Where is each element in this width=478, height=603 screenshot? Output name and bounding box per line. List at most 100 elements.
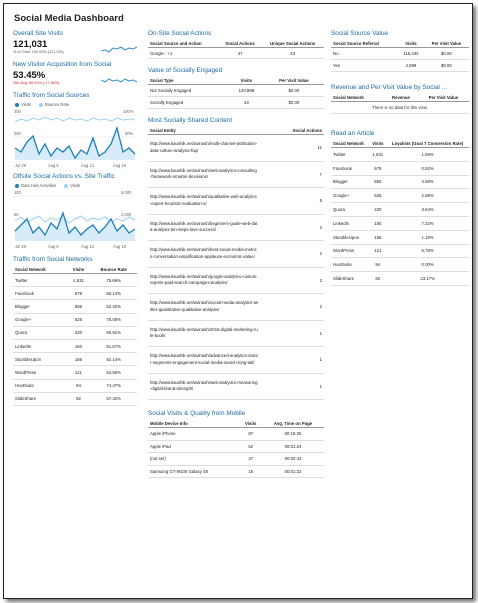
table-row[interactable]: LinkedIn 180 7.22% bbox=[331, 216, 469, 231]
widget-overall-site-visits[interactable]: Overall Site Visits 121,031 % of Total: … bbox=[13, 30, 137, 55]
table-row[interactable]: http://www.kaushik.net/avinash/web-analy… bbox=[148, 373, 324, 400]
widget-read-article[interactable]: Read an Article Social Network Visits Lo… bbox=[331, 130, 469, 286]
table-row[interactable]: Samsung GT-I9100 Galaxy SII 15 00:01:22 bbox=[148, 465, 324, 478]
table-row[interactable]: http://www.kaushik.net/avinash/web-analy… bbox=[148, 161, 324, 188]
widget-source-value[interactable]: Social Source Value Social Source Referr… bbox=[331, 30, 469, 72]
table-row[interactable]: http://www.kaushik.net/avinash/best-soci… bbox=[148, 240, 324, 268]
table-row[interactable]: Twitter 1,631 1.59% bbox=[331, 147, 469, 162]
metric-sub: % of Total: 100.00% (121,031) bbox=[13, 50, 65, 54]
widget-traffic-networks[interactable]: Traffic from Social Networks Social Netw… bbox=[13, 256, 137, 406]
table-cell: 180 bbox=[369, 216, 387, 231]
data-table: Mobile Device Info Visits Avg. Time on P… bbox=[148, 420, 324, 478]
axis-label: 5,000 bbox=[121, 190, 132, 195]
column-header: Social Network bbox=[331, 94, 385, 102]
table-row[interactable]: (not set) 47 00:02:43 bbox=[148, 452, 324, 466]
table-row[interactable]: http://www.kaushik.net/avinash/qualitati… bbox=[148, 187, 324, 215]
table-row[interactable]: Apple iPad 62 00:01:24 bbox=[148, 440, 324, 453]
table-row[interactable]: Socially Engaged 43 $0.00 bbox=[148, 96, 324, 109]
widget-heading[interactable]: Traffic from Social Networks bbox=[13, 256, 137, 263]
widget-heading[interactable]: Social Visits & Quality from Mobile bbox=[148, 410, 324, 417]
table-row[interactable]: Blogger 556 62.32% bbox=[13, 299, 137, 314]
widget-onsite-actions[interactable]: On-Site Social Actions Social Source and… bbox=[148, 30, 324, 59]
widget-shared-content[interactable]: Most Socially Shared Content Social Enti… bbox=[148, 117, 324, 400]
table-row[interactable]: http://www.kaushik.net/avinash/beginners… bbox=[148, 214, 324, 241]
widget-mobile[interactable]: Social Visits & Quality from Mobile Mobi… bbox=[148, 410, 324, 478]
table-cell: (not set) bbox=[148, 452, 240, 466]
legend-item: Visits bbox=[64, 183, 80, 188]
table-row[interactable]: Quora 220 65.91% bbox=[13, 326, 137, 340]
widget-heading[interactable]: Overall Site Visits bbox=[13, 30, 137, 37]
table-row[interactable]: http://www.kaushik.net/avinash/google-an… bbox=[148, 267, 324, 294]
table-cell: $0.00 bbox=[423, 47, 469, 60]
table-row[interactable]: Google+ 525 2.88% bbox=[331, 188, 469, 204]
table-row[interactable]: http://www.kaushik.net/avinash/multi-cha… bbox=[148, 134, 324, 162]
widget-new-visitor-acq[interactable]: New Visitor Acquisition from Social 53.4… bbox=[13, 61, 137, 86]
axis-label: Aug 19 bbox=[113, 163, 127, 168]
table-cell: http://www.kaushik.net/avinash/advanced-… bbox=[148, 346, 260, 374]
axis-label: 50 bbox=[14, 212, 19, 217]
table-cell: 00:02:43 bbox=[262, 452, 324, 466]
table-row[interactable]: Apple iPhone 87 00:15:25 bbox=[148, 427, 324, 441]
table-cell: 75.05% bbox=[90, 313, 137, 327]
legend-item: Data Hub Activities bbox=[15, 183, 56, 188]
table-row[interactable]: SlideShare 82 57.32% bbox=[13, 392, 137, 406]
widget-heading[interactable]: Offsite Social Actions vs. Site Traffic bbox=[13, 173, 137, 180]
table-row[interactable]: Facebook 579 0.52% bbox=[331, 161, 469, 176]
table-cell: 525 bbox=[66, 313, 91, 327]
table-row[interactable]: Twitter 1,631 75.66% bbox=[13, 273, 137, 288]
table-row[interactable]: StumbleUpon 156 1.19% bbox=[331, 230, 469, 245]
chart-legend: Data Hub Activities Visits bbox=[15, 183, 137, 188]
table-row[interactable]: HootSuite 94 0.00% bbox=[331, 257, 469, 273]
table-cell: HootSuite bbox=[13, 379, 67, 393]
table-cell: 2 bbox=[260, 267, 324, 294]
table-row[interactable]: StumbleUpon 156 82.14% bbox=[13, 352, 137, 367]
widget-heading[interactable]: On-Site Social Actions bbox=[148, 30, 324, 37]
data-table: Social Network Visits Loyalists (Goal 7 … bbox=[331, 140, 469, 286]
table-row[interactable]: Quora 220 3.64% bbox=[331, 202, 469, 217]
widget-heading[interactable]: Revenue and Per Visit Value by Social ..… bbox=[331, 84, 469, 91]
table-row[interactable]: HootSuite 94 74.47% bbox=[13, 379, 137, 393]
line-chart: 400 200 100% 50% Jul 29 Aug 5 Aug 12 Aug… bbox=[13, 109, 137, 168]
table-cell: 2 bbox=[260, 240, 324, 268]
table-cell: http://www.kaushik.net/avinash/2015-digi… bbox=[148, 320, 260, 347]
widget-offsite-actions[interactable]: Offsite Social Actions vs. Site Traffic … bbox=[13, 173, 137, 249]
table-row[interactable]: SlideShare 82 23.17% bbox=[331, 271, 469, 286]
table-row[interactable]: LinkedIn 160 61.67% bbox=[13, 339, 137, 354]
widget-heading[interactable]: Read an Article bbox=[331, 130, 469, 137]
table-cell: 82 bbox=[66, 392, 91, 406]
widget-value-engaged[interactable]: Value of Socially Engaged Social Type Vi… bbox=[148, 67, 324, 109]
widget-heading[interactable]: Traffic from Social Sources bbox=[13, 92, 137, 99]
table-cell: http://www.kaushik.net/avinash/best-soci… bbox=[148, 240, 260, 268]
table-row[interactable]: No 116,432 $0.00 bbox=[331, 47, 469, 60]
table-row[interactable]: Facebook 579 60.14% bbox=[13, 286, 137, 301]
table-row[interactable]: http://www.kaushik.net/avinash/advanced-… bbox=[148, 346, 324, 374]
data-table: Social Source and Action Social Actions … bbox=[148, 40, 324, 59]
table-cell: 2 bbox=[260, 293, 324, 321]
table-cell: 556 bbox=[369, 175, 387, 190]
widget-heading[interactable]: Value of Socially Engaged bbox=[148, 67, 324, 74]
table-row[interactable]: WordPress 121 5.79% bbox=[331, 244, 469, 259]
table-row[interactable]: Blogger 556 4.68% bbox=[331, 175, 469, 190]
table-row[interactable]: WordPress 121 54.55% bbox=[13, 365, 137, 380]
widget-heading[interactable]: New Visitor Acquisition from Social bbox=[13, 61, 137, 68]
widget-revenue[interactable]: Revenue and Per Visit Value by Social ..… bbox=[331, 84, 469, 114]
table-cell: 3.64% bbox=[386, 202, 469, 217]
table-cell: 23.17% bbox=[386, 271, 469, 286]
table-row[interactable]: Yes 4,599 $0.00 bbox=[331, 59, 469, 72]
widget-traffic-sources[interactable]: Traffic from Social Sources Visits Bounc… bbox=[13, 92, 137, 168]
table-row[interactable]: Google : +1 47 43 bbox=[148, 47, 324, 59]
table-row[interactable]: http://www.kaushik.net/avinash/2015-digi… bbox=[148, 320, 324, 347]
data-table: Social Network Revenue Per Visit Value T… bbox=[331, 94, 469, 114]
table-cell: 1 bbox=[260, 346, 324, 374]
table-row[interactable]: Google+ 525 75.05% bbox=[13, 313, 137, 327]
widget-heading[interactable]: Most Socially Shared Content bbox=[148, 117, 324, 124]
table-cell: 62 bbox=[239, 440, 262, 453]
table-cell: 156 bbox=[66, 352, 91, 367]
column-header: Social Source Referral bbox=[331, 40, 399, 48]
table-cell: 82 bbox=[369, 271, 387, 286]
table-cell: 156 bbox=[369, 230, 387, 245]
table-row[interactable]: Not Socially Engaged 120,988 $0.00 bbox=[148, 84, 324, 97]
widget-heading[interactable]: Social Source Value bbox=[331, 30, 469, 37]
table-cell: 2 bbox=[260, 214, 324, 241]
table-row[interactable]: http://www.kaushik.net/avinash/social-me… bbox=[148, 293, 324, 321]
